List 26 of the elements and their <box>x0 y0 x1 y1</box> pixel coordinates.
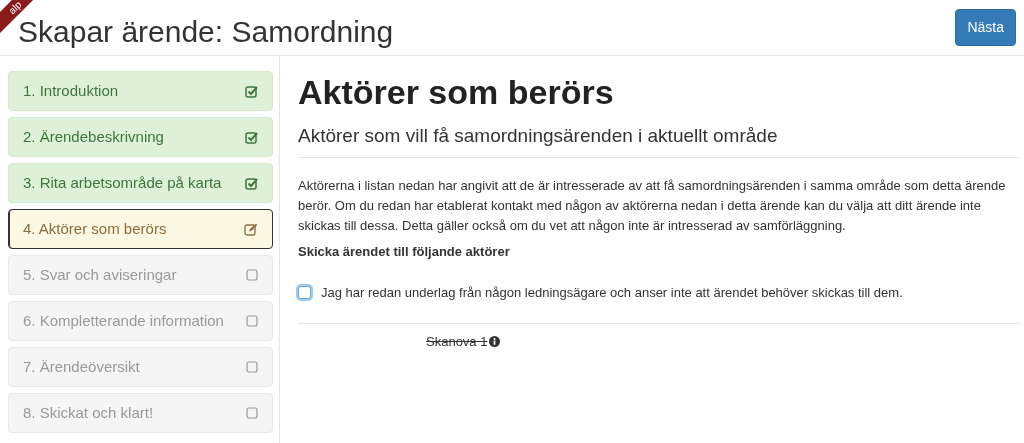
step-item[interactable]: 5. Svar och aviseringar <box>8 255 273 295</box>
recipients-label: Skicka ärendet till följande aktörer <box>298 242 511 261</box>
empty-checkbox-icon <box>246 269 258 281</box>
info-icon[interactable] <box>489 335 501 347</box>
step-item[interactable]: 4. Aktörer som berörs <box>8 209 273 249</box>
step-item[interactable]: 7. Ärendeöversikt <box>8 347 273 387</box>
empty-checkbox-icon <box>246 315 258 327</box>
description-text: Aktörerna i listan nedan har angivit att de är intresserade av att få samordningsärenden i samma område som detta ärende berör. Om du redan har etablerat kontakt med någon av aktörerna nedan i detta ärende kan du välja att ditt ärende inte skickas till dessa. Detta gäller också om du vet att någon inte är intresserad av samförläggning. <box>298 176 1007 235</box>
edit-icon <box>244 222 258 236</box>
checked-box-icon <box>245 176 258 190</box>
step-item[interactable]: 3. Rita arbetsområde på karta <box>8 163 273 203</box>
opt-out-label: Jag har redan underlag från någon ledningsägare och anser inte att ärendet behöver skickas till dem. <box>321 284 903 302</box>
step-item[interactable]: 1. Introduktion <box>8 71 273 111</box>
empty-checkbox-icon <box>246 361 258 373</box>
actor-name: Skanova 1 <box>426 332 488 351</box>
page-title: Skapar ärende: Samordning <box>18 16 394 47</box>
section-subheading: Aktörer som vill få samordningsärenden i aktuellt område <box>298 122 1020 158</box>
empty-checkbox-icon <box>246 407 258 419</box>
checked-box-icon <box>245 130 258 144</box>
checked-box-icon <box>245 84 258 98</box>
opt-out-checkbox[interactable] <box>298 286 311 300</box>
step-item[interactable]: 8. Skickat och klart! <box>8 393 273 433</box>
section-heading: Aktörer som berörs <box>298 72 615 112</box>
step-item[interactable]: 2. Ärendebeskrivning <box>8 117 273 157</box>
next-button[interactable]: Nästa <box>955 9 1016 46</box>
step-item[interactable]: 6. Kompletterande information <box>8 301 273 341</box>
